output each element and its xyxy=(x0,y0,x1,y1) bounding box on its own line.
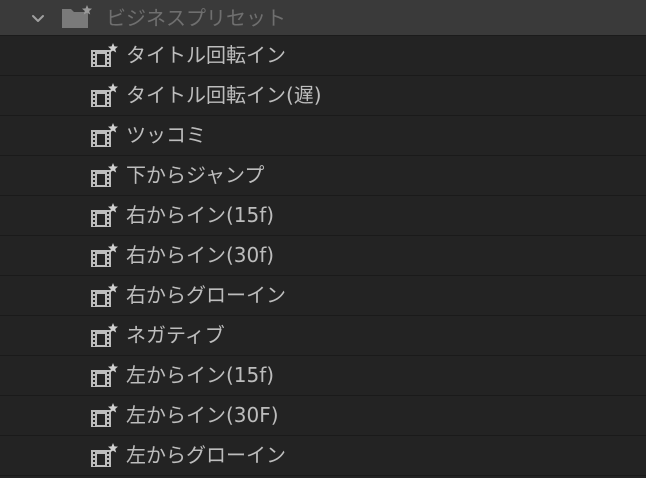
preset-item[interactable]: 右からイン(30f) xyxy=(0,236,646,276)
preset-folder-row[interactable]: ビジネスプリセット xyxy=(0,0,646,36)
chevron-down-icon[interactable] xyxy=(30,10,46,26)
preset-label: 左からグローイン xyxy=(126,443,286,467)
preset-label: タイトル回転イン xyxy=(126,43,286,67)
preset-label: 左からイン(15f) xyxy=(126,363,275,387)
preset-clip-icon xyxy=(91,123,118,147)
preset-item[interactable]: 右からイン(15f) xyxy=(0,196,646,236)
preset-list: タイトル回転イン タイトル回転イン(遅) ツッコミ 下からジャンプ 右からイン(… xyxy=(0,36,646,476)
preset-clip-icon xyxy=(91,163,118,187)
folder-label: ビジネスプリセット xyxy=(106,6,286,30)
folder-preset-icon xyxy=(62,5,92,28)
effects-presets-panel: ビジネスプリセット タイトル回転イン タイトル回転イン(遅) ツッコミ 下からジ… xyxy=(0,0,646,478)
preset-clip-icon xyxy=(91,83,118,107)
preset-item[interactable]: 左からイン(15f) xyxy=(0,356,646,396)
preset-label: 右からイン(15f) xyxy=(126,203,275,227)
preset-item[interactable]: 右からグローイン xyxy=(0,276,646,316)
preset-item[interactable]: ツッコミ xyxy=(0,116,646,156)
preset-clip-icon xyxy=(91,323,118,347)
preset-item[interactable]: タイトル回転イン xyxy=(0,36,646,76)
preset-label: タイトル回転イン(遅) xyxy=(126,83,322,107)
preset-item[interactable]: 左からグローイン xyxy=(0,436,646,476)
preset-label: 右からイン(30f) xyxy=(126,243,275,267)
preset-clip-icon xyxy=(91,243,118,267)
preset-item[interactable]: ネガティブ xyxy=(0,316,646,356)
preset-label: 下からジャンプ xyxy=(126,163,265,187)
preset-clip-icon xyxy=(91,363,118,387)
preset-clip-icon xyxy=(91,43,118,67)
preset-label: 左からイン(30F) xyxy=(126,403,279,427)
preset-clip-icon xyxy=(91,283,118,307)
preset-label: ネガティブ xyxy=(126,323,225,347)
preset-clip-icon xyxy=(91,403,118,427)
preset-label: 右からグローイン xyxy=(126,283,286,307)
preset-clip-icon xyxy=(91,203,118,227)
preset-item[interactable]: 左からイン(30F) xyxy=(0,396,646,436)
preset-item[interactable]: 下からジャンプ xyxy=(0,156,646,196)
preset-label: ツッコミ xyxy=(126,123,206,147)
preset-clip-icon xyxy=(91,443,118,467)
preset-item[interactable]: タイトル回転イン(遅) xyxy=(0,76,646,116)
